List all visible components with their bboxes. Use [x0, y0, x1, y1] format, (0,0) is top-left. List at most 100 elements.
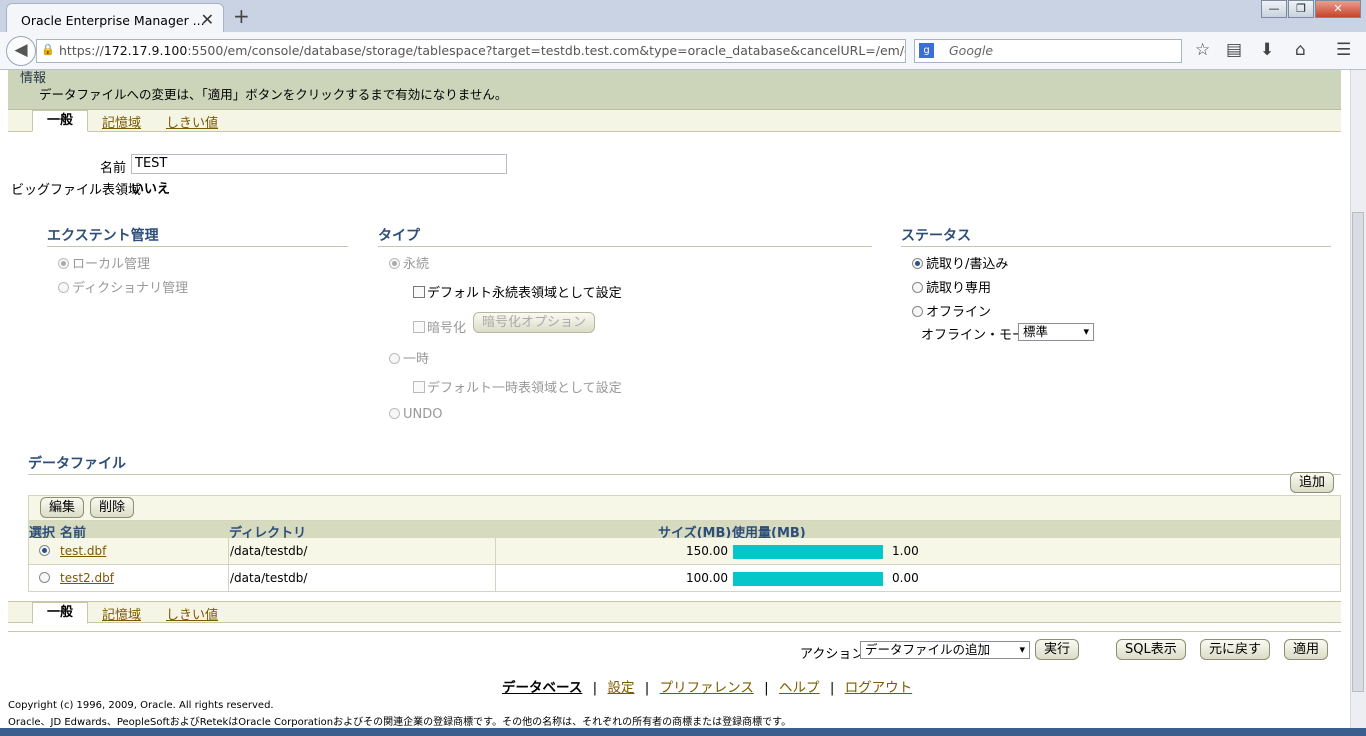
extent-local-option: ローカル管理	[58, 253, 150, 272]
search-input[interactable]: Google	[914, 39, 1182, 63]
radio-icon[interactable]	[912, 258, 923, 269]
default-permanent-checkbox[interactable]: デフォルト永続表領域として設定	[413, 282, 622, 301]
footer-help-link[interactable]: ヘルプ	[779, 680, 820, 696]
read-write-label: 読取り/書込み	[926, 257, 1009, 272]
tab-thresholds[interactable]: しきい値	[166, 604, 218, 623]
footer-database-link[interactable]: データベース	[502, 680, 582, 696]
url-rest: :5500/em/console/database/storage/tables…	[187, 43, 906, 58]
status-section-title: ステータス	[901, 225, 1331, 247]
status-read-only-option[interactable]: 読取り専用	[912, 277, 991, 296]
read-only-label: 読取り専用	[926, 281, 992, 296]
menu-icon[interactable]: ☰	[1336, 40, 1351, 60]
minimize-button[interactable]: —	[1261, 0, 1287, 18]
row-select-radio[interactable]	[39, 545, 50, 556]
info-banner: 情報 データファイルへの変更は、「適用」ボタンをクリックするまで有効になりません…	[8, 70, 1341, 110]
datafile-directory: /data/testdb/	[230, 571, 308, 585]
google-icon[interactable]: g	[919, 43, 934, 58]
separator: |	[592, 680, 598, 696]
offline-label: オフライン	[926, 305, 992, 320]
encrypt-checkbox: 暗号化	[413, 317, 466, 336]
star-icon[interactable]: ☆	[1195, 40, 1210, 60]
new-tab-button[interactable]: +	[233, 4, 250, 28]
add-datafile-button[interactable]: 追加	[1290, 472, 1335, 493]
radio-icon[interactable]	[912, 282, 923, 293]
type-temporary-option: 一時	[389, 348, 429, 367]
name-field[interactable]: TEST	[131, 154, 507, 174]
radio-icon[interactable]	[912, 306, 923, 317]
datafile-size: 100.00	[686, 571, 728, 585]
footer-preferences-link[interactable]: プリファレンス	[660, 680, 754, 696]
footer-setup-link[interactable]: 設定	[607, 680, 634, 696]
default-temporary-label: デフォルト一時表領域として設定	[427, 381, 622, 396]
tab-general[interactable]: 一般	[32, 602, 88, 624]
address-bar[interactable]: https://172.17.9.100:5500/em/console/dat…	[36, 39, 906, 63]
extent-section-title: エクステント管理	[47, 225, 348, 247]
default-temporary-checkbox: デフォルト一時表領域として設定	[413, 377, 622, 396]
datafile-name-link[interactable]: test.dbf	[60, 544, 106, 558]
status-offline-option[interactable]: オフライン	[912, 301, 991, 320]
tab-storage[interactable]: 記憶域	[102, 112, 141, 131]
delete-button[interactable]: 削除	[90, 497, 135, 518]
footer-logout-link[interactable]: ログアウト	[845, 680, 913, 696]
home-icon[interactable]: ⌂	[1295, 40, 1306, 60]
page-content: 情報 データファイルへの変更は、「適用」ボタンをクリックするまで有効になりません…	[0, 70, 1350, 728]
default-permanent-label: デフォルト永続表領域として設定	[427, 286, 622, 301]
table-row[interactable]: test2.dbf /data/testdb/ 100.00 0.00	[28, 565, 1341, 592]
divider	[228, 565, 229, 592]
bigfile-label: ビッグファイル表領域	[11, 183, 142, 198]
datafile-directory: /data/testdb/	[230, 544, 308, 558]
action-label: アクション	[800, 647, 865, 662]
radio-icon	[58, 258, 69, 269]
radio-icon	[389, 408, 400, 419]
revert-button[interactable]: 元に戻す	[1200, 639, 1271, 660]
close-tab-icon[interactable]: ✕	[201, 10, 214, 29]
tab-general[interactable]: 一般	[32, 110, 88, 132]
datafile-size: 150.00	[686, 544, 728, 558]
tab-thresholds[interactable]: しきい値	[166, 112, 218, 131]
checkbox-icon[interactable]	[413, 286, 425, 298]
reading-list-icon[interactable]: ▤	[1226, 40, 1242, 60]
divider	[8, 631, 1341, 632]
checkbox-icon	[413, 381, 425, 393]
radio-icon	[58, 282, 69, 293]
edit-button[interactable]: 編集	[40, 497, 85, 518]
datafiles-section-title: データファイル	[28, 453, 1341, 475]
type-temporary-label: 一時	[403, 352, 430, 367]
tab-title: Oracle Enterprise Manager ...	[21, 13, 205, 28]
type-undo-option: UNDO	[389, 407, 442, 422]
go-button[interactable]: 実行	[1035, 639, 1080, 660]
top-tabs: 一般 記憶域 しきい値	[8, 110, 1341, 132]
offline-mode-select[interactable]: 標準	[1018, 323, 1094, 341]
url-prefix: https://	[59, 43, 104, 58]
status-read-write-option[interactable]: 読取り/書込み	[912, 253, 1008, 272]
close-window-button[interactable]: ✕	[1315, 0, 1361, 18]
taskbar	[0, 728, 1366, 736]
copyright-text: Copyright (c) 1996, 2009, Oracle. All ri…	[8, 700, 274, 711]
usage-bar	[733, 545, 883, 559]
row-select-radio[interactable]	[39, 572, 50, 583]
table-row[interactable]: test.dbf /data/testdb/ 150.00 1.00	[28, 538, 1341, 565]
divider	[228, 538, 229, 565]
tab-storage[interactable]: 記憶域	[102, 604, 141, 623]
separator: |	[829, 680, 835, 696]
divider	[495, 538, 496, 565]
extent-dictionary-option: ディクショナリ管理	[58, 277, 188, 296]
encrypt-options-button: 暗号化オプション	[473, 312, 596, 333]
extent-local-label: ローカル管理	[72, 257, 151, 272]
radio-icon	[389, 353, 400, 364]
scrollbar-thumb[interactable]	[1352, 212, 1364, 692]
back-arrow-icon[interactable]: ◀	[6, 36, 36, 66]
tab-bar: Oracle Enterprise Manager ... ✕ + — ❐ ✕	[0, 0, 1366, 33]
apply-button[interactable]: 適用	[1284, 639, 1329, 660]
download-icon[interactable]: ⬇	[1260, 40, 1274, 60]
nav-bar: ◀ https://172.17.9.100:5500/em/console/d…	[0, 32, 1366, 70]
checkbox-icon	[413, 321, 425, 333]
lock-icon: 🔒	[41, 43, 55, 56]
browser-tab[interactable]: Oracle Enterprise Manager ... ✕	[6, 3, 224, 33]
show-sql-button[interactable]: SQL表示	[1116, 639, 1186, 660]
datafile-name-link[interactable]: test2.dbf	[60, 571, 114, 585]
extent-dictionary-label: ディクショナリ管理	[72, 281, 189, 296]
trademark-text: Oracle、JD Edwards、PeopleSoftおよびRetekはOra…	[8, 717, 792, 728]
action-select[interactable]: データファイルの追加	[860, 641, 1030, 659]
maximize-button[interactable]: ❐	[1288, 0, 1314, 18]
